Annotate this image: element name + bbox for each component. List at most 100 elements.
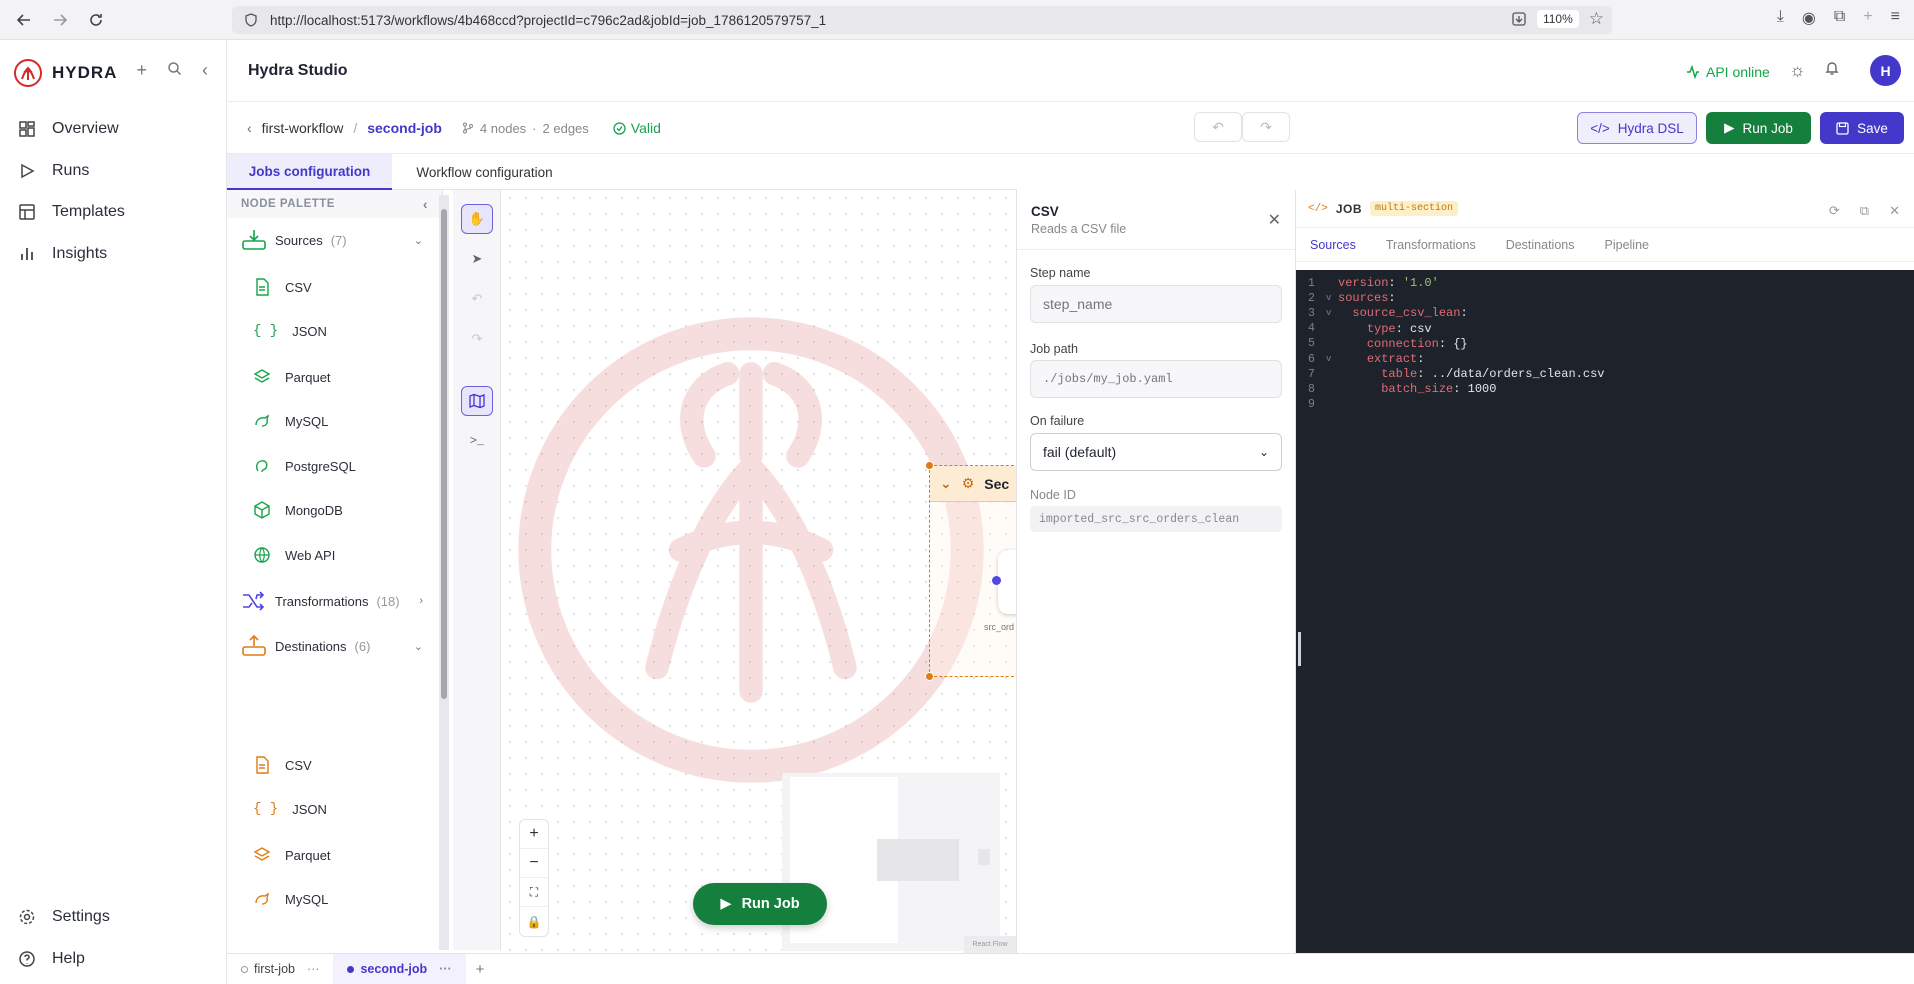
- palette-item-mongodb[interactable]: MongoDB: [253, 501, 343, 519]
- react-flow-attribution[interactable]: React Flow: [964, 936, 1016, 953]
- url-bar[interactable]: http://localhost:5173/workflows/4b468ccd…: [232, 6, 1612, 34]
- bar-chart-icon: [21, 248, 33, 260]
- bookmark-star-icon[interactable]: ☆: [1589, 9, 1604, 29]
- group-node-header[interactable]: ⌄ ⚙ Sec: [930, 466, 1016, 502]
- site-info-icon[interactable]: [244, 13, 258, 27]
- nav-item-insights[interactable]: Insights: [18, 245, 107, 263]
- breadcrumb-job[interactable]: second-job: [367, 120, 442, 136]
- plus-icon[interactable]: +: [136, 60, 147, 81]
- lock-button[interactable]: 🔒: [520, 907, 548, 936]
- palette-item-postgresql[interactable]: PostgreSQL: [253, 457, 356, 475]
- url-bar-actions: 110% ☆: [1511, 9, 1604, 29]
- browser-actions: ⤓ ◉ ⧉ + ≡: [1777, 8, 1900, 28]
- sun-icon[interactable]: ☼: [1789, 60, 1806, 81]
- tab-sources[interactable]: Sources: [1310, 238, 1356, 252]
- more-icon[interactable]: ···: [307, 962, 320, 976]
- scrollbar-thumb[interactable]: [441, 209, 447, 699]
- hydra-dsl-label: Hydra DSL: [1617, 120, 1684, 136]
- palette-item-csv[interactable]: CSV: [253, 278, 312, 296]
- code-editor[interactable]: 1 version: '1.0' 2 v sources:3 v source_csv_l…: [1296, 270, 1914, 953]
- downloads-icon[interactable]: ⤓: [1777, 8, 1784, 28]
- palette-item-parquet[interactable]: Parquet: [253, 368, 331, 386]
- collapse-sidebar-icon[interactable]: ‹: [202, 60, 208, 81]
- palette-item-web-api[interactable]: Web API: [253, 546, 335, 564]
- more-icon[interactable]: ···: [439, 962, 452, 976]
- hydra-dsl-button[interactable]: </> Hydra DSL: [1577, 112, 1697, 144]
- redo-button[interactable]: ↷: [1242, 112, 1290, 142]
- minimap-toggle-button[interactable]: [461, 386, 493, 416]
- search-icon[interactable]: [167, 60, 182, 81]
- palette-item-dest-json[interactable]: { } JSON: [253, 801, 327, 817]
- palette-group-destinations[interactable]: Destinations (6) ⌄: [241, 634, 431, 658]
- editor-resize-handle[interactable]: [1298, 632, 1301, 666]
- nav-item-overview[interactable]: Overview: [18, 120, 119, 138]
- close-icon[interactable]: ✕: [1889, 203, 1900, 219]
- nav-item-help[interactable]: Help: [18, 950, 85, 968]
- palette-item-mysql[interactable]: MySQL: [253, 412, 328, 430]
- extensions-icon[interactable]: ⧉: [1834, 8, 1845, 28]
- palette-item-dest-mysql[interactable]: MySQL: [253, 890, 328, 908]
- code-line[interactable]: 9: [1296, 396, 1914, 414]
- nav-item-runs[interactable]: Runs: [18, 162, 89, 180]
- menu-icon[interactable]: ≡: [1891, 8, 1900, 28]
- close-icon[interactable]: ✕: [1268, 210, 1281, 230]
- tab-jobs-configuration[interactable]: Jobs configuration: [227, 154, 392, 190]
- zoom-out-button[interactable]: −: [520, 849, 548, 878]
- copy-icon[interactable]: ⧉: [1860, 203, 1869, 219]
- forward-arrow-icon[interactable]: [46, 6, 74, 34]
- palette-group-transformations[interactable]: Transformations (18) ›: [241, 590, 431, 612]
- undo-button[interactable]: ↶: [1194, 112, 1242, 142]
- flow-canvas[interactable]: ⌄ ⚙ Sec src_ord + − ⛶ 🔒 ▶ Run Job React …: [502, 190, 1016, 953]
- palette-scrollbar[interactable]: [439, 195, 449, 950]
- chevron-left-icon[interactable]: ‹: [247, 120, 252, 136]
- bell-icon[interactable]: [1824, 60, 1840, 81]
- chevron-down-icon[interactable]: ⌄: [940, 475, 952, 492]
- terminal-button[interactable]: >_: [461, 426, 493, 456]
- zoom-in-button[interactable]: +: [520, 820, 548, 849]
- select-tool-button[interactable]: ➤: [461, 244, 493, 274]
- breadcrumb-workflow[interactable]: first-workflow: [262, 120, 344, 136]
- fold-chevron-icon[interactable]: v: [1326, 308, 1338, 318]
- step-name-input[interactable]: [1030, 285, 1282, 323]
- undo-tool-button[interactable]: ↶: [461, 284, 493, 314]
- back-arrow-icon[interactable]: [10, 6, 38, 34]
- url-text[interactable]: http://localhost:5173/workflows/4b468ccd…: [270, 13, 826, 28]
- job-tab-first-job[interactable]: first-job ···: [227, 954, 333, 984]
- nav-item-templates[interactable]: Templates: [18, 203, 125, 221]
- palette-item-dest-parquet[interactable]: Parquet: [253, 846, 331, 864]
- minimap[interactable]: [782, 773, 1000, 951]
- job-path-input[interactable]: [1030, 360, 1282, 398]
- zoom-level[interactable]: 110%: [1536, 10, 1579, 28]
- palette-group-sources[interactable]: Sources (7) ⌄: [241, 228, 431, 252]
- run-job-button[interactable]: ▶ Run Job: [1706, 112, 1811, 144]
- job-tab-second-job[interactable]: second-job ···: [333, 953, 466, 984]
- collapse-palette-icon[interactable]: ‹: [423, 196, 428, 212]
- tab-workflow-configuration[interactable]: Workflow configuration: [397, 154, 572, 190]
- account-icon[interactable]: ◉: [1802, 8, 1816, 28]
- tab-pipeline[interactable]: Pipeline: [1605, 238, 1649, 252]
- node-port[interactable]: [992, 576, 1001, 585]
- hand-tool-button[interactable]: ✋: [461, 204, 493, 234]
- add-job-tab-icon[interactable]: +: [466, 961, 485, 978]
- fold-chevron-icon[interactable]: v: [1326, 354, 1338, 364]
- tab-transformations[interactable]: Transformations: [1386, 238, 1476, 252]
- reload-icon[interactable]: [82, 6, 110, 34]
- code-panel-title: JOB: [1335, 201, 1362, 216]
- fit-view-button[interactable]: ⛶: [520, 878, 548, 907]
- nav-item-settings[interactable]: Settings: [18, 908, 110, 926]
- fold-chevron-icon[interactable]: v: [1326, 293, 1338, 303]
- save-button[interactable]: Save: [1820, 112, 1904, 144]
- refresh-icon[interactable]: ⟳: [1829, 203, 1840, 219]
- redo-tool-button[interactable]: ↷: [461, 324, 493, 354]
- save-page-icon[interactable]: [1511, 11, 1527, 27]
- resize-handle[interactable]: [925, 672, 934, 681]
- on-failure-select[interactable]: fail (default) ⌄: [1030, 433, 1282, 471]
- palette-item-dest-csv[interactable]: CSV: [253, 756, 312, 774]
- avatar[interactable]: H: [1870, 55, 1901, 86]
- resize-handle[interactable]: [925, 461, 934, 470]
- tab-destinations[interactable]: Destinations: [1506, 238, 1575, 252]
- add-tab-icon[interactable]: +: [1863, 8, 1872, 28]
- brand[interactable]: HYDRA: [14, 59, 117, 87]
- palette-item-json[interactable]: { } JSON: [253, 323, 327, 339]
- canvas-run-job-button[interactable]: ▶ Run Job: [693, 883, 827, 925]
